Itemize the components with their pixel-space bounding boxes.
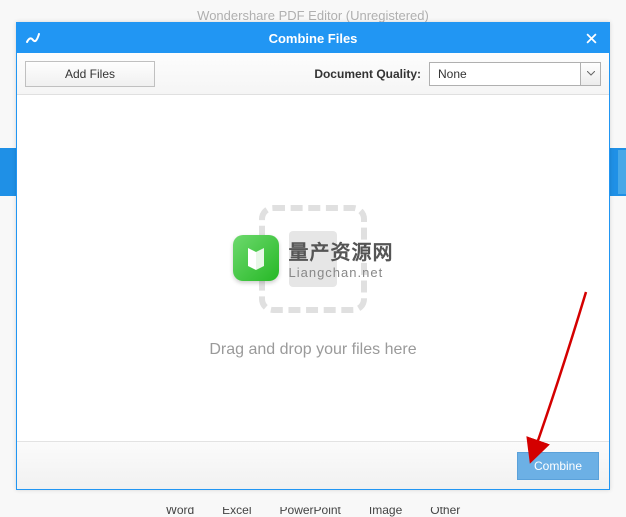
dialog-title: Combine Files	[17, 31, 609, 46]
drop-hint-text: Drag and drop your files here	[209, 341, 416, 359]
combine-files-dialog: Combine Files Add Files Document Quality…	[16, 22, 610, 490]
dialog-toolbar: Add Files Document Quality: None	[17, 53, 609, 95]
bg-tool-image: Image	[369, 507, 402, 517]
dropdown-arrow	[580, 63, 600, 85]
quality-label: Document Quality:	[314, 67, 421, 81]
dialog-titlebar: Combine Files	[17, 23, 609, 53]
bg-tool-word: Word	[166, 507, 194, 517]
quality-value: None	[430, 63, 580, 85]
bg-right-tab	[618, 150, 626, 194]
bg-tool-excel: Excel	[222, 507, 251, 517]
quality-dropdown[interactable]: None	[429, 62, 601, 86]
chevron-down-icon	[587, 71, 595, 76]
combine-button[interactable]: Combine	[517, 452, 599, 480]
drop-area[interactable]: 量产资源网 Liangchan.net Drag and drop your f…	[17, 95, 609, 441]
close-icon	[586, 33, 597, 44]
app-logo-icon	[23, 28, 43, 48]
watermark-url: Liangchan.net	[289, 265, 394, 280]
bg-toolbar: Word Excel PowerPoint Image Other	[0, 507, 626, 517]
bg-tool-other: Other	[430, 507, 460, 517]
watermark: 量产资源网 Liangchan.net	[233, 235, 394, 281]
add-files-button[interactable]: Add Files	[25, 61, 155, 87]
watermark-text-cn: 量产资源网	[289, 236, 394, 265]
app-title: Wondershare PDF Editor (Unregistered)	[0, 8, 626, 23]
close-button[interactable]	[573, 23, 609, 53]
watermark-logo-icon	[233, 235, 279, 281]
dialog-footer: Combine	[17, 441, 609, 489]
bg-tool-ppt: PowerPoint	[280, 507, 341, 517]
